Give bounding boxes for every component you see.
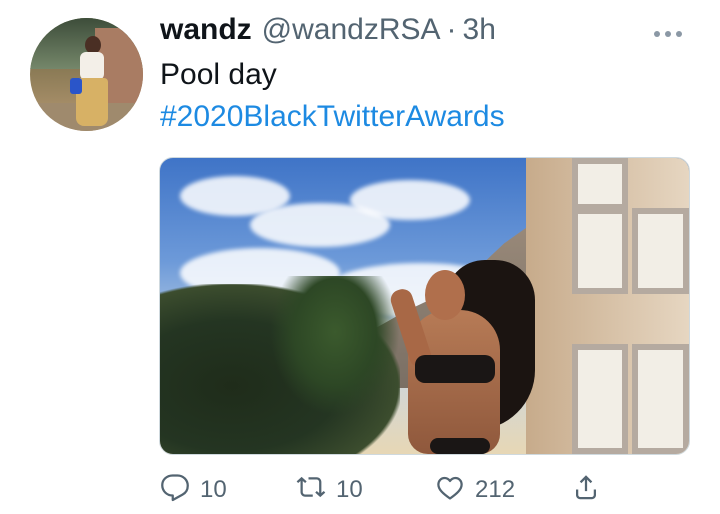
user-handle[interactable]: @wandzRSA — [262, 13, 441, 47]
palm-tree — [270, 276, 400, 416]
share-icon — [571, 472, 601, 509]
window — [572, 158, 628, 210]
window — [632, 208, 689, 294]
tweet-actions: 10 10 212 — [160, 472, 620, 508]
timestamp[interactable]: 3h — [463, 13, 496, 47]
reply-icon — [160, 472, 190, 509]
tweet-text: Pool day — [160, 58, 277, 91]
reply-button[interactable]: 10 — [160, 472, 227, 508]
like-count: 212 — [475, 476, 516, 503]
display-name[interactable]: wandz — [160, 13, 252, 47]
window — [572, 344, 628, 454]
share-button[interactable] — [571, 472, 601, 508]
tweet-photo[interactable] — [159, 157, 690, 455]
heart-icon — [435, 472, 465, 509]
more-icon[interactable] — [654, 26, 688, 42]
avatar[interactable] — [30, 18, 143, 131]
hashtag-link[interactable]: #2020BlackTwitterAwards — [160, 100, 505, 134]
retweet-count: 10 — [336, 476, 363, 503]
retweet-icon — [296, 472, 326, 509]
building — [526, 158, 689, 454]
bikini-bottom — [430, 438, 490, 454]
retweet-button[interactable]: 10 — [296, 472, 363, 508]
more-dot — [654, 31, 660, 37]
tweet-card: wandz @wandzRSA · 3h Pool day #2020Black… — [0, 0, 720, 514]
bikini-top — [415, 355, 495, 383]
avatar-bag — [70, 78, 82, 94]
like-button[interactable]: 212 — [435, 472, 515, 508]
cloud — [350, 180, 470, 220]
photo-subject — [388, 250, 540, 454]
face — [425, 270, 465, 320]
more-dot — [676, 31, 682, 37]
reply-count: 10 — [200, 476, 227, 503]
more-dot — [665, 31, 671, 37]
avatar-top — [80, 52, 104, 80]
tweet-header: wandz @wandzRSA · 3h — [160, 13, 496, 57]
window — [572, 208, 628, 294]
window — [632, 344, 689, 454]
separator-dot: · — [446, 13, 457, 46]
